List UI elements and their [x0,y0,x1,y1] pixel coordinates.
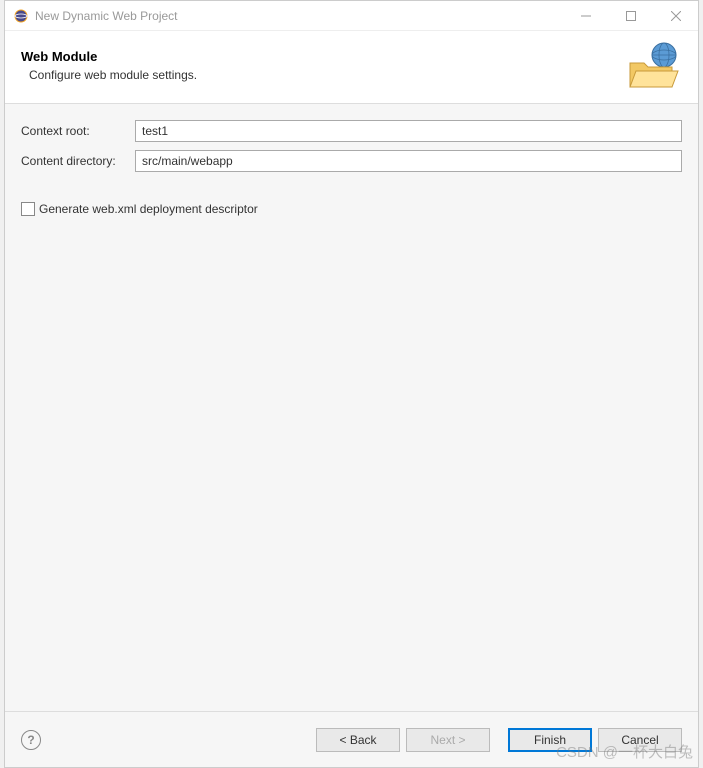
content-directory-row: Content directory: [21,150,682,172]
wizard-header: Web Module Configure web module settings… [5,31,698,104]
generate-webxml-row[interactable]: Generate web.xml deployment descriptor [21,202,682,216]
cancel-button[interactable]: Cancel [598,728,682,752]
next-button: Next > [406,728,490,752]
window-controls [563,1,698,30]
back-button[interactable]: < Back [316,728,400,752]
content-area: Context root: Content directory: Generat… [5,104,698,711]
page-subtitle: Configure web module settings. [29,68,626,82]
help-icon[interactable]: ? [21,730,41,750]
dialog-window: New Dynamic Web Project Web Module Confi… [4,0,699,768]
context-root-label: Context root: [21,124,135,138]
finish-button[interactable]: Finish [508,728,592,752]
folder-globe-icon [626,41,682,89]
eclipse-icon [13,8,29,24]
titlebar: New Dynamic Web Project [5,1,698,31]
window-title: New Dynamic Web Project [35,9,563,23]
generate-webxml-label: Generate web.xml deployment descriptor [39,202,258,216]
nav-button-group: < Back Next > [310,728,490,752]
generate-webxml-checkbox[interactable] [21,202,35,216]
close-button[interactable] [653,1,698,30]
minimize-button[interactable] [563,1,608,30]
page-title: Web Module [21,49,626,64]
content-directory-input[interactable] [135,150,682,172]
maximize-button[interactable] [608,1,653,30]
header-text: Web Module Configure web module settings… [21,49,626,82]
context-root-row: Context root: [21,120,682,142]
context-root-input[interactable] [135,120,682,142]
wizard-footer: ? < Back Next > Finish Cancel [5,711,698,767]
content-directory-label: Content directory: [21,154,135,168]
